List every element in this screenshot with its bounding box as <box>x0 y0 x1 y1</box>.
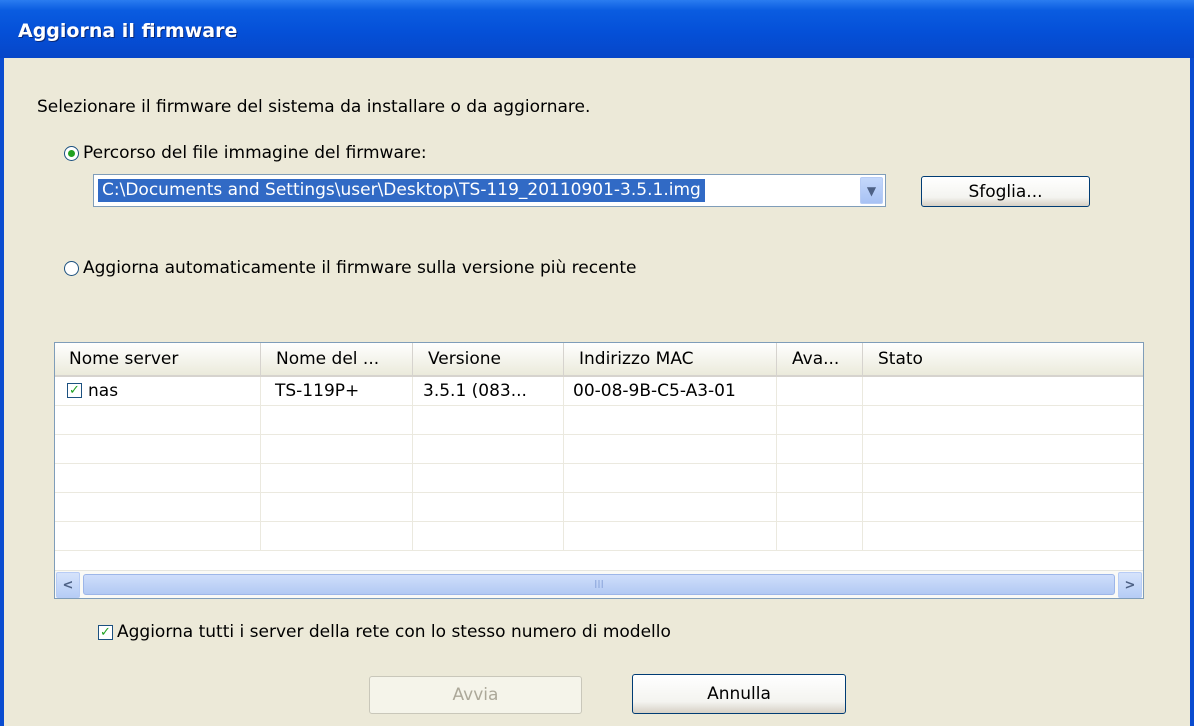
cell-model: TS-119P+ <box>261 377 413 405</box>
radio-auto-update-label: Aggiorna automaticamente il firmware sul… <box>83 258 637 278</box>
horizontal-scrollbar[interactable]: < III > <box>55 570 1143 598</box>
column-header-status[interactable]: Stato <box>863 343 1143 375</box>
instruction-text: Selezionare il firmware del sistema da i… <box>37 97 591 117</box>
radio-auto-update[interactable]: Aggiorna automaticamente il firmware sul… <box>64 258 636 278</box>
empty-row <box>55 464 1143 493</box>
grip-icon: III <box>594 578 604 591</box>
update-all-label: Aggiorna tutti i server della rete con l… <box>117 622 671 642</box>
cell-available <box>777 377 863 405</box>
chevron-right-icon[interactable]: > <box>1118 572 1142 598</box>
firmware-path-value[interactable]: C:\Documents and Settings\user\Desktop\T… <box>98 179 705 202</box>
update-all-checkbox[interactable]: ✓ <box>98 624 113 640</box>
column-header-model[interactable]: Nome del ... <box>261 343 413 375</box>
window-border-right <box>1190 58 1194 726</box>
table-row[interactable]: ✓ nas TS-119P+ 3.5.1 (083... 00-08-9B-C5-… <box>55 377 1143 406</box>
list-body: ✓ nas TS-119P+ 3.5.1 (083... 00-08-9B-C5-… <box>55 377 1143 551</box>
browse-button[interactable]: Sfoglia... <box>921 176 1090 207</box>
radio-firmware-file-label: Percorso del file immagine del firmware: <box>83 143 427 163</box>
radio-selected-icon[interactable] <box>64 145 79 161</box>
empty-row <box>55 406 1143 435</box>
column-header-available[interactable]: Ava... <box>777 343 863 375</box>
update-all-checkbox-row[interactable]: ✓ Aggiorna tutti i server della rete con… <box>98 622 671 642</box>
column-header-mac[interactable]: Indirizzo MAC <box>564 343 777 375</box>
start-button[interactable]: Avvia <box>369 676 582 714</box>
row-checkbox[interactable]: ✓ <box>67 382 82 398</box>
cancel-button[interactable]: Annulla <box>632 674 846 714</box>
window-title: Aggiorna il firmware <box>18 20 238 42</box>
empty-row <box>55 522 1143 551</box>
empty-row <box>55 435 1143 464</box>
scroll-thumb[interactable]: III <box>83 574 1115 595</box>
radio-firmware-file[interactable]: Percorso del file immagine del firmware: <box>64 143 427 163</box>
chevron-left-icon[interactable]: < <box>56 572 80 598</box>
scroll-track[interactable]: III <box>81 571 1117 598</box>
cell-mac: 00-08-9B-C5-A3-01 <box>564 377 777 405</box>
firmware-path-combobox[interactable]: C:\Documents and Settings\user\Desktop\T… <box>93 174 886 207</box>
empty-row <box>55 493 1143 522</box>
cell-version: 3.5.1 (083... <box>413 377 564 405</box>
server-name: nas <box>88 381 119 401</box>
radio-unselected-icon[interactable] <box>64 260 79 276</box>
cell-server: ✓ nas <box>55 377 261 405</box>
list-header: Nome server Nome del ... Versione Indiri… <box>55 343 1143 377</box>
cell-status <box>863 377 1143 405</box>
column-header-version[interactable]: Versione <box>413 343 564 375</box>
chevron-down-icon[interactable]: ▼ <box>860 177 883 204</box>
title-bar[interactable]: Aggiorna il firmware <box>0 0 1194 58</box>
server-list[interactable]: Nome server Nome del ... Versione Indiri… <box>54 342 1144 599</box>
window-border-left <box>0 58 4 726</box>
column-header-server-name[interactable]: Nome server <box>55 343 261 375</box>
